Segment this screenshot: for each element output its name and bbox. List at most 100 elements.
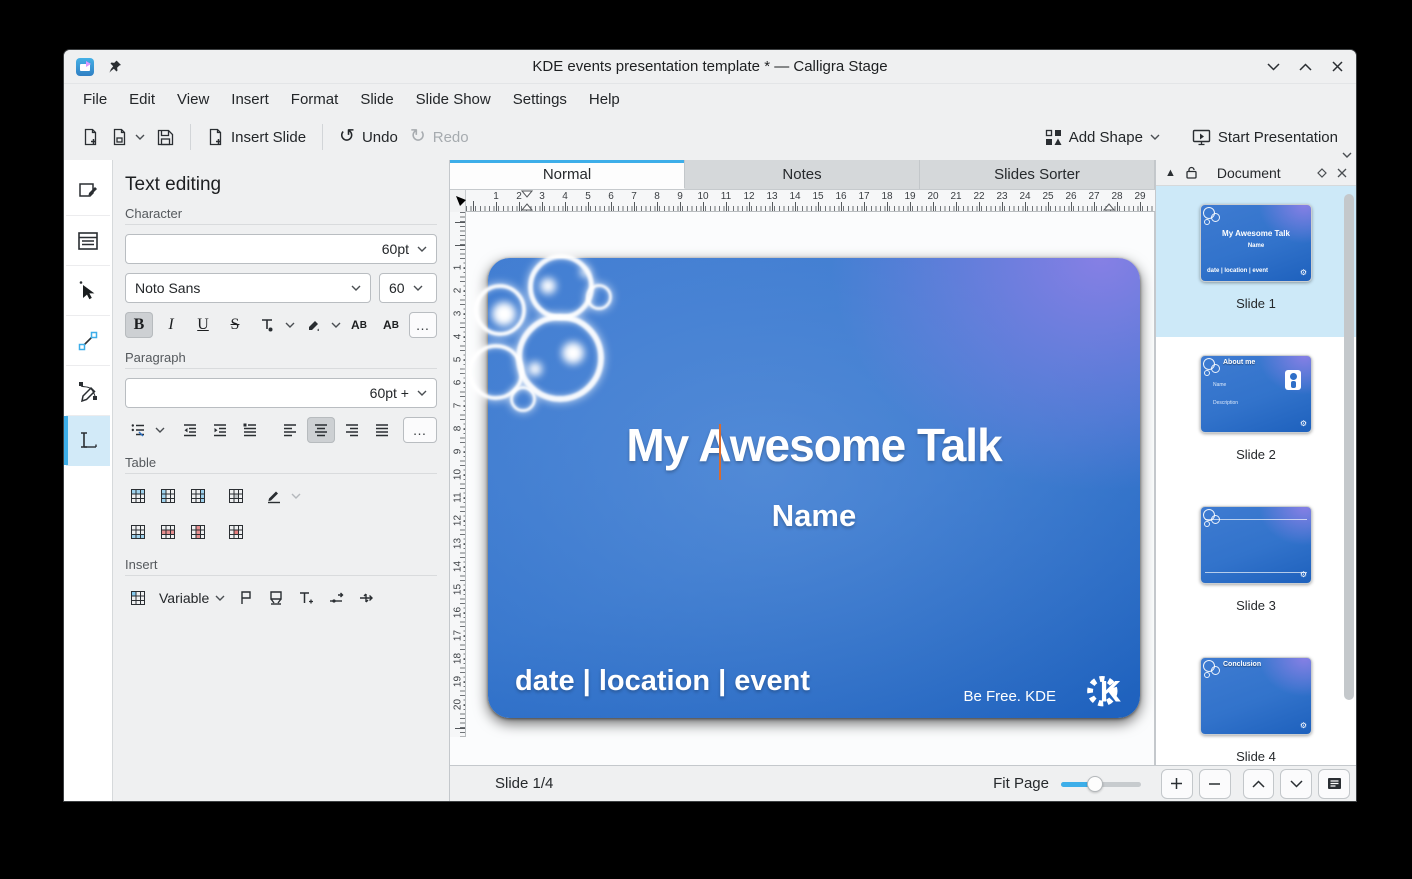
align-justify-button[interactable] [369, 417, 395, 443]
merge-cells-button[interactable] [223, 483, 249, 509]
align-left-button[interactable] [277, 417, 303, 443]
superscript-button[interactable]: AB [345, 312, 373, 338]
highlight-color-button[interactable] [299, 312, 327, 338]
increase-indent-button[interactable] [207, 417, 233, 443]
menu-view[interactable]: View [166, 87, 220, 112]
first-line-indent-button[interactable] [237, 417, 263, 443]
slide-thumbnail-3[interactable]: ⚙ [1200, 506, 1312, 584]
tool-path-edit[interactable] [66, 366, 110, 416]
toolbar-extension-chevron-icon[interactable] [1342, 152, 1352, 158]
bookmark-icon-button[interactable] [233, 585, 259, 611]
close-button[interactable] [1330, 60, 1344, 74]
slide-options-button[interactable] [1318, 769, 1350, 799]
character-more-button[interactable]: … [409, 312, 437, 338]
bold-button[interactable]: B [125, 312, 153, 338]
paragraph-style-combobox[interactable]: 60pt + [125, 378, 437, 408]
distribute-arrows-button[interactable] [353, 585, 379, 611]
font-family-combobox[interactable]: Noto Sans [125, 273, 371, 303]
slide-list-item-3[interactable]: ⚙Slide 3 [1156, 488, 1356, 639]
strikethrough-button[interactable]: S [221, 312, 249, 338]
slide-editor[interactable]: My Awesome Talk Name date | location | e… [488, 258, 1140, 718]
pin-icon[interactable] [108, 60, 122, 74]
slide-title-text[interactable]: My Awesome Talk [488, 418, 1140, 472]
slide-list-item-1[interactable]: My Awesome TalkNamedate | location | eve… [1156, 186, 1356, 337]
insert-row-above-button[interactable] [125, 483, 151, 509]
tab-notes[interactable]: Notes [685, 160, 920, 189]
slide-list-item-2[interactable]: About meNameDescription⚙Slide 2 [1156, 337, 1356, 488]
delete-cell-button[interactable] [223, 519, 249, 545]
zoom-slider-handle[interactable] [1087, 776, 1103, 792]
zoom-slider[interactable] [1061, 776, 1141, 792]
tool-text-editing[interactable] [66, 416, 110, 466]
indent-marker[interactable] [521, 190, 533, 198]
float-panel-icon[interactable] [1317, 168, 1327, 178]
list-style-button[interactable] [125, 417, 151, 443]
paragraph-more-button[interactable]: … [403, 417, 437, 443]
document-panel-scrollbar[interactable] [1344, 194, 1354, 721]
align-right-button[interactable] [339, 417, 365, 443]
menu-help[interactable]: Help [578, 87, 631, 112]
font-size-combobox[interactable]: 60 [379, 273, 437, 303]
margin-marker-left[interactable] [521, 203, 533, 211]
insert-column-left-button[interactable] [155, 483, 181, 509]
undo-button[interactable]: ↺ Undo [333, 124, 404, 151]
menu-slide-show[interactable]: Slide Show [405, 87, 502, 112]
insert-slide-button[interactable]: Insert Slide [201, 123, 312, 151]
insert-text-button[interactable] [293, 585, 319, 611]
decrease-indent-button[interactable] [177, 417, 203, 443]
redo-button[interactable]: ↻ Redo [404, 124, 475, 151]
delete-column-button[interactable] [185, 519, 211, 545]
open-recent-chevron-icon[interactable] [135, 134, 145, 140]
tool-select[interactable] [66, 266, 110, 316]
remove-slide-button[interactable] [1199, 769, 1231, 799]
menu-settings[interactable]: Settings [502, 87, 578, 112]
lock-icon[interactable] [1186, 166, 1197, 179]
curve-node-button[interactable] [323, 585, 349, 611]
tab-normal[interactable]: Normal [450, 160, 685, 189]
tool-edit-shape[interactable] [66, 166, 110, 216]
menu-slide[interactable]: Slide [349, 87, 404, 112]
slide-footer-text[interactable]: date | location | event [515, 665, 810, 698]
underline-button[interactable]: U [189, 312, 217, 338]
character-style-combobox[interactable]: 60pt [125, 234, 437, 264]
move-slide-up-button[interactable] [1243, 769, 1275, 799]
tool-page-layout[interactable] [66, 216, 110, 266]
insert-table-button[interactable] [125, 585, 151, 611]
save-button[interactable] [151, 124, 180, 151]
tab-slides-sorter[interactable]: Slides Sorter [920, 160, 1155, 189]
maximize-button[interactable] [1298, 60, 1312, 74]
border-pen-chevron-icon[interactable] [291, 493, 301, 499]
add-slide-button[interactable] [1161, 769, 1193, 799]
add-shape-button[interactable]: Add Shape [1039, 124, 1166, 151]
new-document-button[interactable] [76, 123, 105, 151]
slide-thumbnail-4[interactable]: Conclusion⚙ [1200, 657, 1312, 735]
list-style-chevron-icon[interactable] [155, 427, 165, 433]
slide-thumbnail-1[interactable]: My Awesome TalkNamedate | location | eve… [1200, 204, 1312, 282]
delete-row-button[interactable] [155, 519, 181, 545]
italic-button[interactable]: I [157, 312, 185, 338]
menu-file[interactable]: File [72, 87, 118, 112]
collapse-triangle-icon[interactable]: ▲ [1165, 167, 1176, 179]
insert-row-below-button[interactable] [125, 519, 151, 545]
menu-insert[interactable]: Insert [220, 87, 280, 112]
minimize-button[interactable] [1266, 60, 1280, 74]
text-color-button[interactable] [253, 312, 281, 338]
highlight-color-chevron-icon[interactable] [331, 322, 341, 328]
close-panel-icon[interactable] [1337, 168, 1347, 178]
margin-marker-right[interactable] [1103, 203, 1115, 211]
text-color-chevron-icon[interactable] [285, 322, 295, 328]
subscript-button[interactable]: AB [377, 312, 405, 338]
border-pen-button[interactable] [261, 483, 287, 509]
zoom-mode-label[interactable]: Fit Page [993, 775, 1049, 792]
slide-thumbnail-2[interactable]: About meNameDescription⚙ [1200, 355, 1312, 433]
slide-list-item-4[interactable]: Conclusion⚙Slide 4 [1156, 639, 1356, 765]
slide-subtitle-text[interactable]: Name [488, 498, 1140, 534]
slide-canvas[interactable]: 1234567891011121314151617181920 [450, 212, 1155, 765]
align-center-button[interactable] [307, 417, 335, 443]
open-document-button[interactable] [105, 123, 151, 151]
variable-dropdown[interactable]: Variable [159, 590, 225, 606]
menu-format[interactable]: Format [280, 87, 350, 112]
tool-connector[interactable] [66, 316, 110, 366]
insert-column-right-button[interactable] [185, 483, 211, 509]
move-slide-down-button[interactable] [1280, 769, 1312, 799]
